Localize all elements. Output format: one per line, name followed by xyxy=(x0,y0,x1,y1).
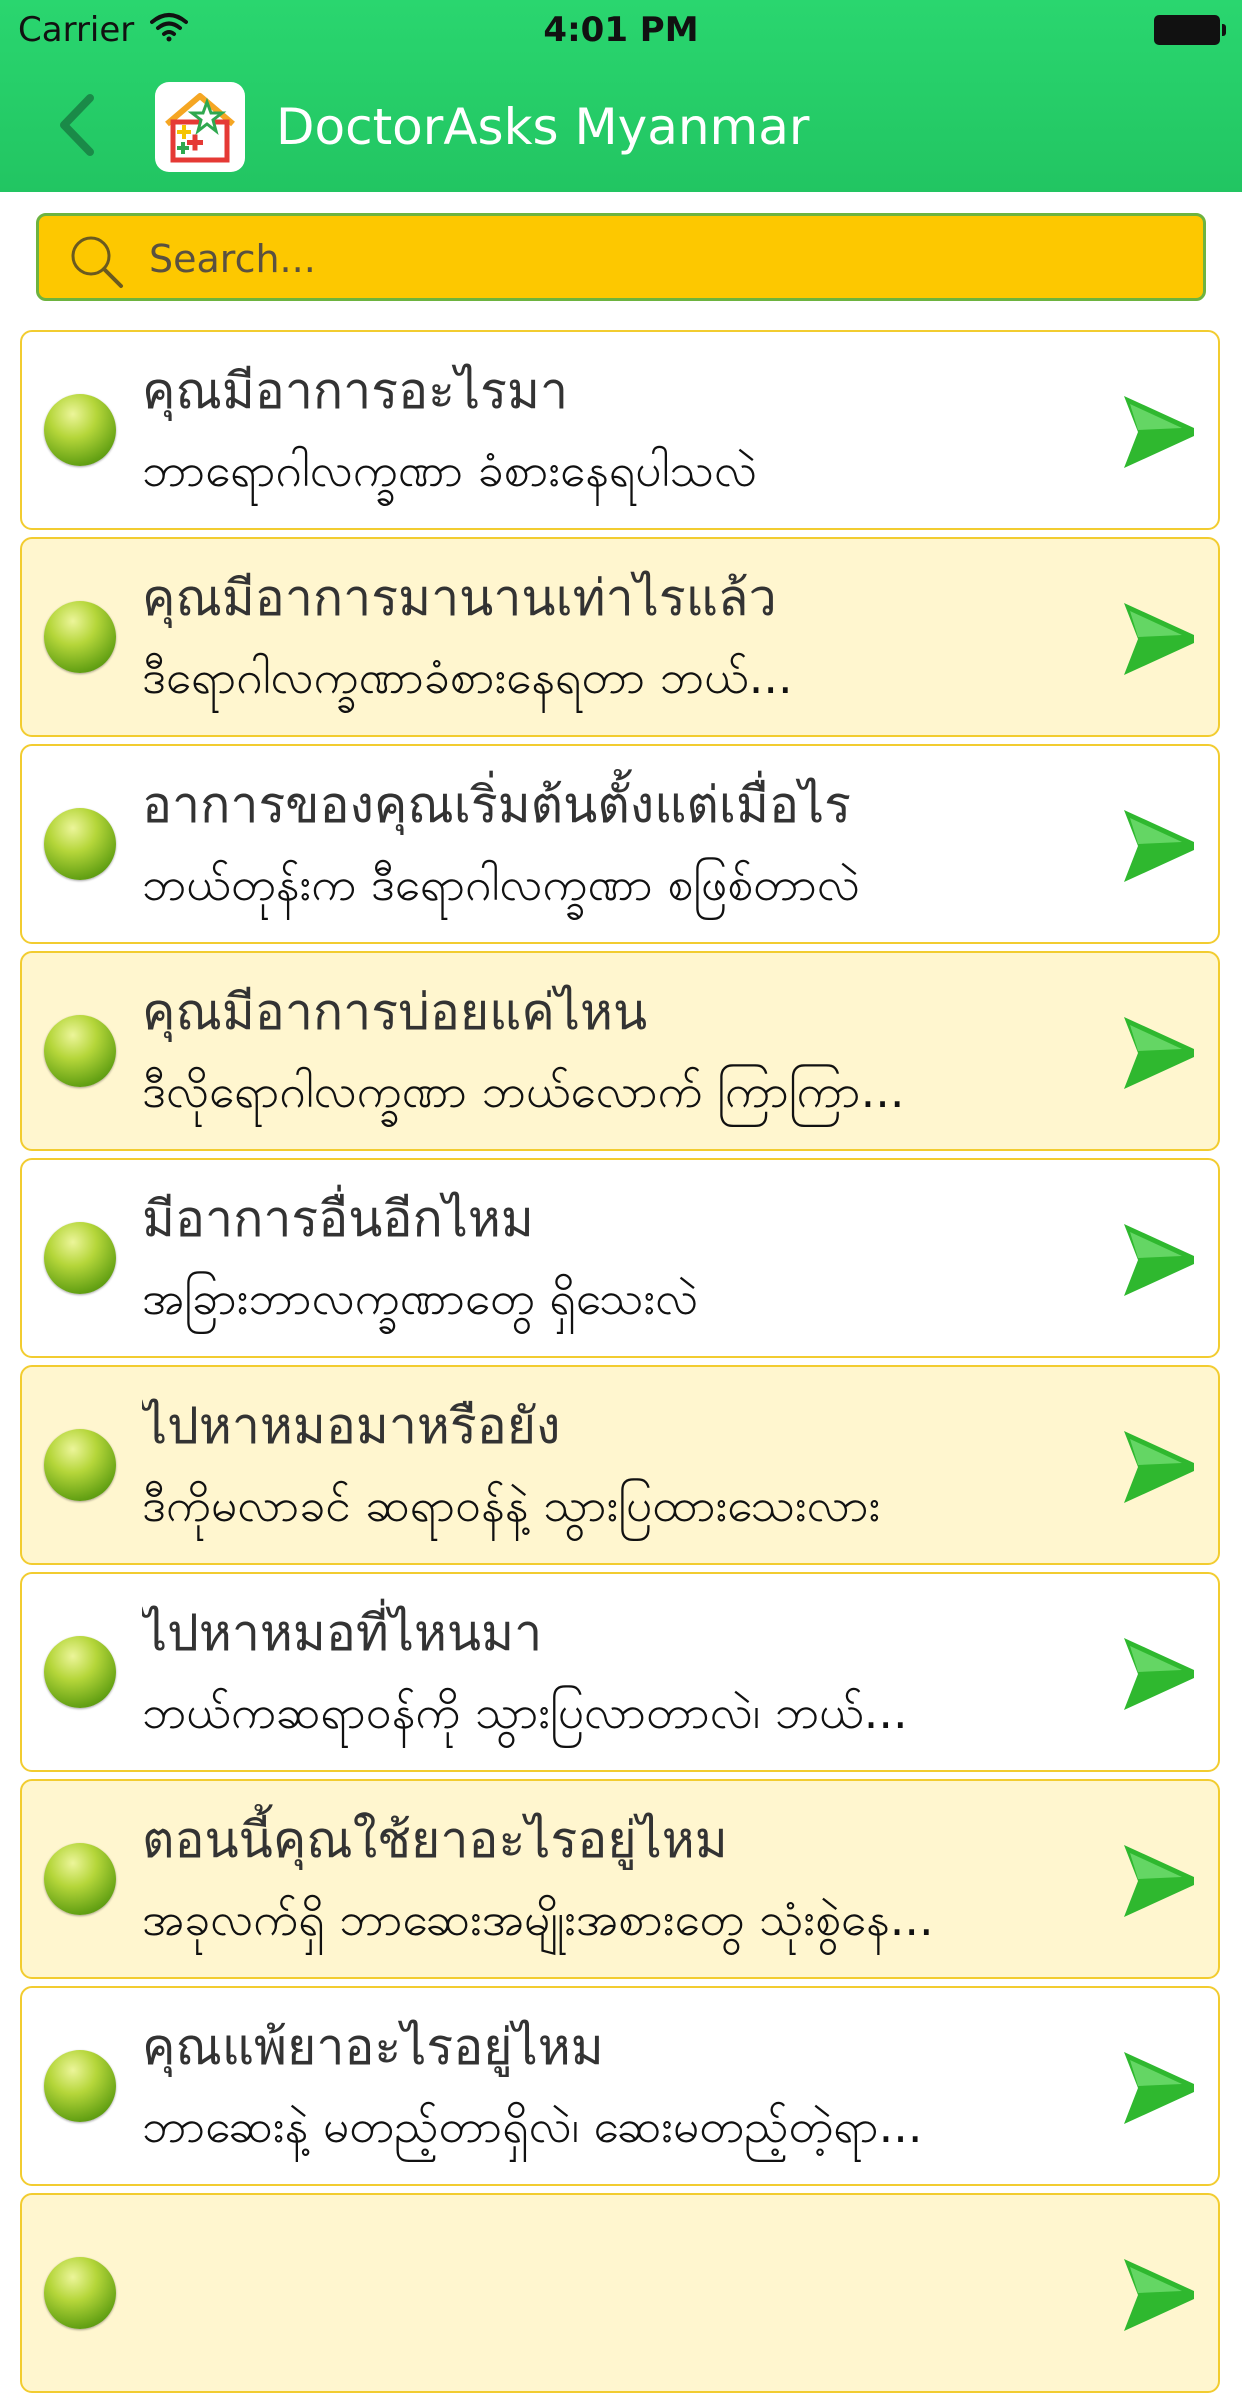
search-input[interactable] xyxy=(147,230,1181,288)
chevron-right-icon[interactable] xyxy=(1120,1011,1198,1095)
question-subtitle: ဘယ်ကဆရာဝန်ကို သွားပြလာတာလဲ၊ ဘယ်... xyxy=(142,1685,908,1739)
question-title: คุณมีอาการบ่อยแค่ไหน xyxy=(142,983,648,1041)
list-item[interactable]: อาการของคุณเริ่มต้นตั้งแต่เมื่อไร ဘယ်တုန်… xyxy=(20,744,1220,944)
list-item[interactable]: คุณมีอาการบ่อยแค่ไหน ဒီလိုရောဂါလက္ခဏာ ဘယ်… xyxy=(20,951,1220,1151)
search-bar[interactable] xyxy=(36,213,1206,301)
chevron-right-icon[interactable] xyxy=(1120,390,1198,474)
question-title: คุณมีอาการมานานเท่าไรแล้ว xyxy=(142,569,777,627)
chevron-right-icon[interactable] xyxy=(1120,2253,1198,2337)
status-time: 4:01 PM xyxy=(543,10,699,50)
search-icon xyxy=(71,236,123,288)
list-item[interactable]: ไปหาหมอที่ไหนมา ဘယ်ကဆရာဝန်ကို သွားပြလာတာလ… xyxy=(20,1572,1220,1772)
question-subtitle: အခုလက်ရှိ ဘာဆေးအမျိုးအစားတွေ သုံးစွဲနေ..… xyxy=(142,1892,934,1946)
list-item[interactable]: มีอาการอื่นอีกไหม အခြားဘာလက္ခဏာတွေ ရှိသေး… xyxy=(20,1158,1220,1358)
list-item[interactable]: คุณมีอาการอะไรมา ဘာရောဂါလက္ခဏာ ခံစားနေရပါ… xyxy=(20,330,1220,530)
question-title: คุณมีอาการอะไรมา xyxy=(142,362,569,420)
question-subtitle: အခြားဘာလက္ခဏာတွေ ရှိသေးလဲ xyxy=(142,1271,699,1325)
chevron-right-icon[interactable] xyxy=(1120,1425,1198,1509)
app-title: DoctorAsks Myanmar xyxy=(276,98,810,156)
question-subtitle: ဒီရောဂါလက္ခဏာခံစားနေရတာ ဘယ်... xyxy=(142,650,793,704)
chevron-left-icon[interactable] xyxy=(50,90,110,160)
question-subtitle: ဘယ်တုန်းက ဒီရောဂါလက္ခဏာ စဖြစ်တာလဲ xyxy=(142,857,860,911)
green-dot-icon xyxy=(44,1222,116,1294)
chevron-right-icon[interactable] xyxy=(1120,1218,1198,1302)
list-item[interactable]: คุณแพ้ยาอะไรอยู่ไหม ဘာဆေးနဲ့ မတည့်တာရှိလဲ… xyxy=(20,1986,1220,2186)
question-title: คุณแพ้ยาอะไรอยู่ไหม xyxy=(142,2018,604,2076)
green-dot-icon xyxy=(44,2257,116,2329)
question-subtitle: ဒီကိုမလာခင် ဆရာဝန်နဲ့ သွားပြထားသေးလား xyxy=(142,1478,881,1532)
question-title: ไปหาหมอที่ไหนมา xyxy=(142,1604,543,1662)
question-title: ตอนนี้คุณใช้ยาอะไรอยู่ไหม xyxy=(142,1811,728,1869)
green-dot-icon xyxy=(44,1843,116,1915)
list-item[interactable]: ไปหาหมอมาหรือยัง ဒီကိုမလာခင် ဆရာဝန်နဲ့ သွ… xyxy=(20,1365,1220,1565)
green-dot-icon xyxy=(44,2050,116,2122)
chevron-right-icon[interactable] xyxy=(1120,2046,1198,2130)
list-item[interactable]: คุณมีอาการมานานเท่าไรแล้ว ဒီရောဂါလက္ခဏာခံ… xyxy=(20,537,1220,737)
question-subtitle: ဘာဆေးနဲ့ မတည့်တာရှိလဲ၊ ဆေးမတည့်တဲ့ရာ... xyxy=(142,2099,923,2153)
chevron-right-icon[interactable] xyxy=(1120,1632,1198,1716)
list-item[interactable] xyxy=(20,2193,1220,2393)
house-star-icon xyxy=(155,82,245,172)
navigation-bar: Carrier 4:01 PM DoctorAsks Myanmar xyxy=(0,0,1242,192)
status-bar: Carrier 4:01 PM xyxy=(0,0,1242,60)
chevron-right-icon[interactable] xyxy=(1120,804,1198,888)
chevron-right-icon[interactable] xyxy=(1120,1839,1198,1923)
question-title: มีอาการอื่นอีกไหม xyxy=(142,1190,534,1248)
question-title: ไปหาหมอมาหรือยัง xyxy=(142,1397,561,1455)
list-item[interactable]: ตอนนี้คุณใช้ยาอะไรอยู่ไหม အခုလက်ရှိ ဘာဆေး… xyxy=(20,1779,1220,1979)
green-dot-icon xyxy=(44,601,116,673)
green-dot-icon xyxy=(44,808,116,880)
question-subtitle: ဒီလိုရောဂါလက္ခဏာ ဘယ်လောက် ကြာကြာ... xyxy=(142,1064,905,1118)
question-subtitle: ဘာရောဂါလက္ခဏာ ခံစားနေရပါသလဲ xyxy=(142,443,758,497)
green-dot-icon xyxy=(44,1015,116,1087)
chevron-right-icon[interactable] xyxy=(1120,597,1198,681)
green-dot-icon xyxy=(44,1636,116,1708)
question-title: อาการของคุณเริ่มต้นตั้งแต่เมื่อไร xyxy=(142,776,851,834)
question-list: คุณมีอาการอะไรมา ဘာရောဂါလက္ခဏာ ခံစားနေရပါ… xyxy=(20,330,1220,2400)
battery-icon xyxy=(1154,15,1226,45)
green-dot-icon xyxy=(44,394,116,466)
green-dot-icon xyxy=(44,1429,116,1501)
